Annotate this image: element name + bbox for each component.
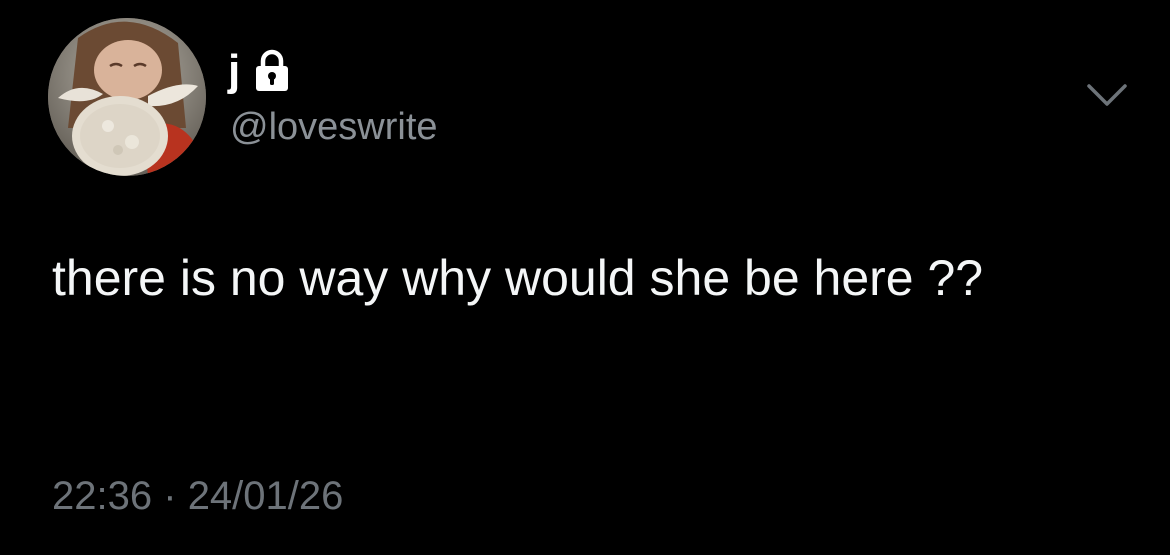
author-name-row: j: [228, 46, 292, 96]
tweet-timestamp[interactable]: 22:36 · 24/01/26: [52, 470, 343, 522]
meta-separator: ·: [163, 474, 177, 518]
tweet-text: there is no way why would she be here ??: [52, 250, 984, 306]
avatar-photo: [48, 18, 206, 176]
chevron-down-icon[interactable]: [1085, 80, 1129, 110]
tweet-card: j @loveswrite there is no way why would …: [0, 0, 1170, 555]
lock-icon: [252, 49, 292, 93]
tweet-date: 24/01/26: [187, 474, 344, 518]
tweet-time: 22:36: [52, 474, 153, 518]
author-display-name[interactable]: j: [228, 46, 240, 96]
avatar[interactable]: [48, 18, 206, 176]
author-handle[interactable]: @loveswrite: [230, 104, 438, 150]
